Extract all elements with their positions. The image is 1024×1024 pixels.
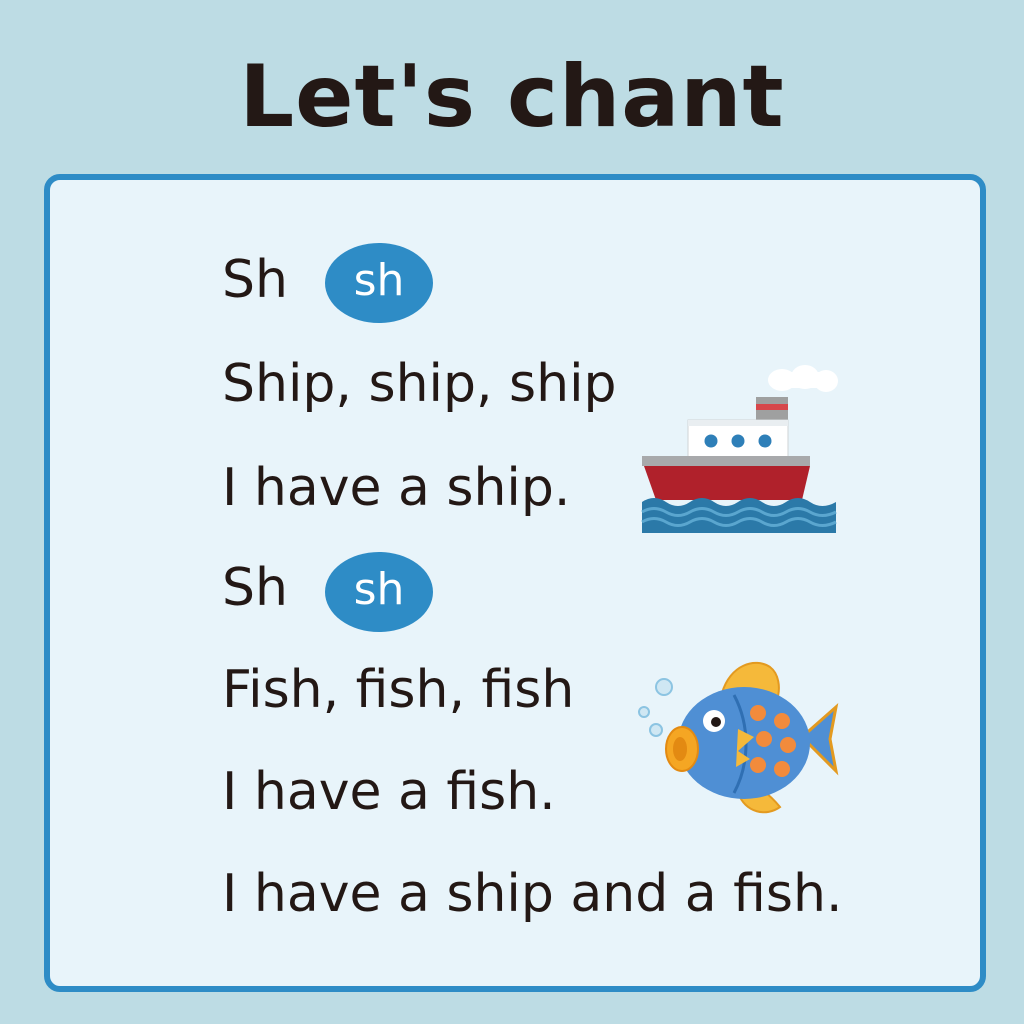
- chant-line-fish-repeat: Fish, fish, fish: [222, 660, 575, 720]
- chant-line-ship-and-fish: I have a ship and a fish.: [222, 864, 843, 924]
- sh-badge-2: sh: [325, 552, 433, 632]
- chant-line-have-fish: I have a fish.: [222, 762, 556, 822]
- chant-line-have-ship: I have a ship.: [222, 458, 571, 518]
- sh-badge-1: sh: [325, 243, 433, 323]
- chant-line-sound-1: Sh: [222, 250, 288, 310]
- chant-line-sound-2: Sh: [222, 558, 288, 618]
- page-title: Let's chant: [239, 47, 785, 147]
- fish-illustration: [638, 662, 839, 814]
- ship-illustration: [641, 365, 838, 533]
- chant-line-ship-repeat: Ship, ship, ship: [222, 354, 617, 414]
